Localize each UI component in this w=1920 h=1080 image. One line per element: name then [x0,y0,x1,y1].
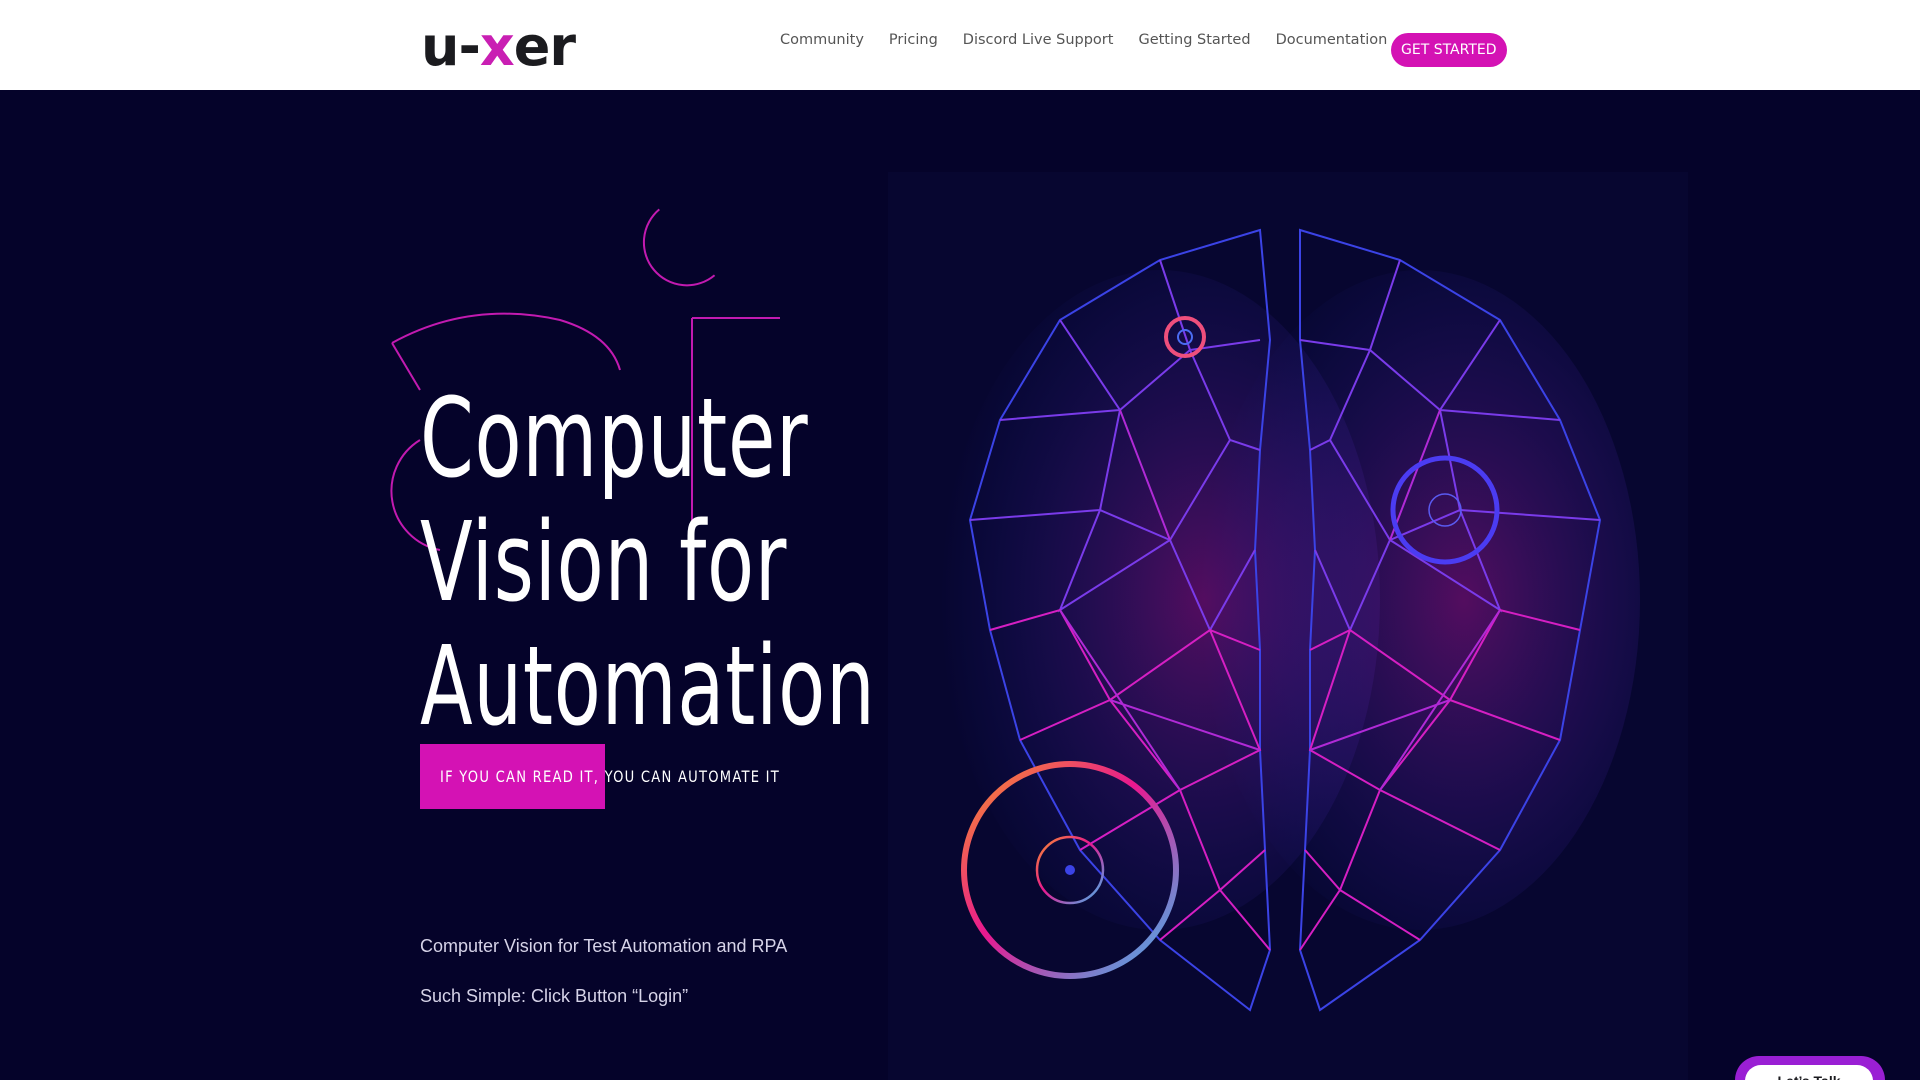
headline-line-2: Vision for [420,498,788,626]
hero-section: Computer Vision for Automation IF YOU CA… [0,90,1920,1080]
hero-subtext-1: Computer Vision for Test Automation and … [420,936,788,956]
brain-panel [888,172,1688,1080]
nav-community[interactable]: Community [780,32,864,48]
deco-arc-1 [391,312,621,371]
hero-subtext-2: Such Simple: Click Button “Login” [420,986,689,1006]
logo-text-left: u- [421,14,481,78]
headline-line-1: Computer [420,374,809,502]
headline-line-3: Automation [420,622,876,750]
nav-documentation[interactable]: Documentation [1276,32,1388,48]
nav-getting-started[interactable]: Getting Started [1138,32,1250,48]
nav-discord-live-support[interactable]: Discord Live Support [963,32,1114,48]
lets-talk-chat-widget[interactable]: Let’s Talk [1735,1056,1885,1080]
logo-x-mark: x [479,14,515,78]
get-started-button[interactable]: GET STARTED [1391,33,1507,67]
main-nav: Community Pricing Discord Live Support G… [780,32,1412,48]
hero-tagline: IF YOU CAN READ IT, YOU CAN AUTOMATE IT [440,767,781,786]
logo-text-right: er [513,14,576,78]
hero-headline: Computer Vision for Automation [420,374,876,750]
lets-talk-label[interactable]: Let’s Talk [1745,1065,1873,1080]
deco-arc-3 [642,208,716,287]
site-logo[interactable]: u-x er [421,15,601,78]
site-header: u-x er Community Pricing Discord Live Sup… [0,0,1920,90]
deco-arc-2 [391,342,421,391]
nav-pricing[interactable]: Pricing [889,32,938,48]
